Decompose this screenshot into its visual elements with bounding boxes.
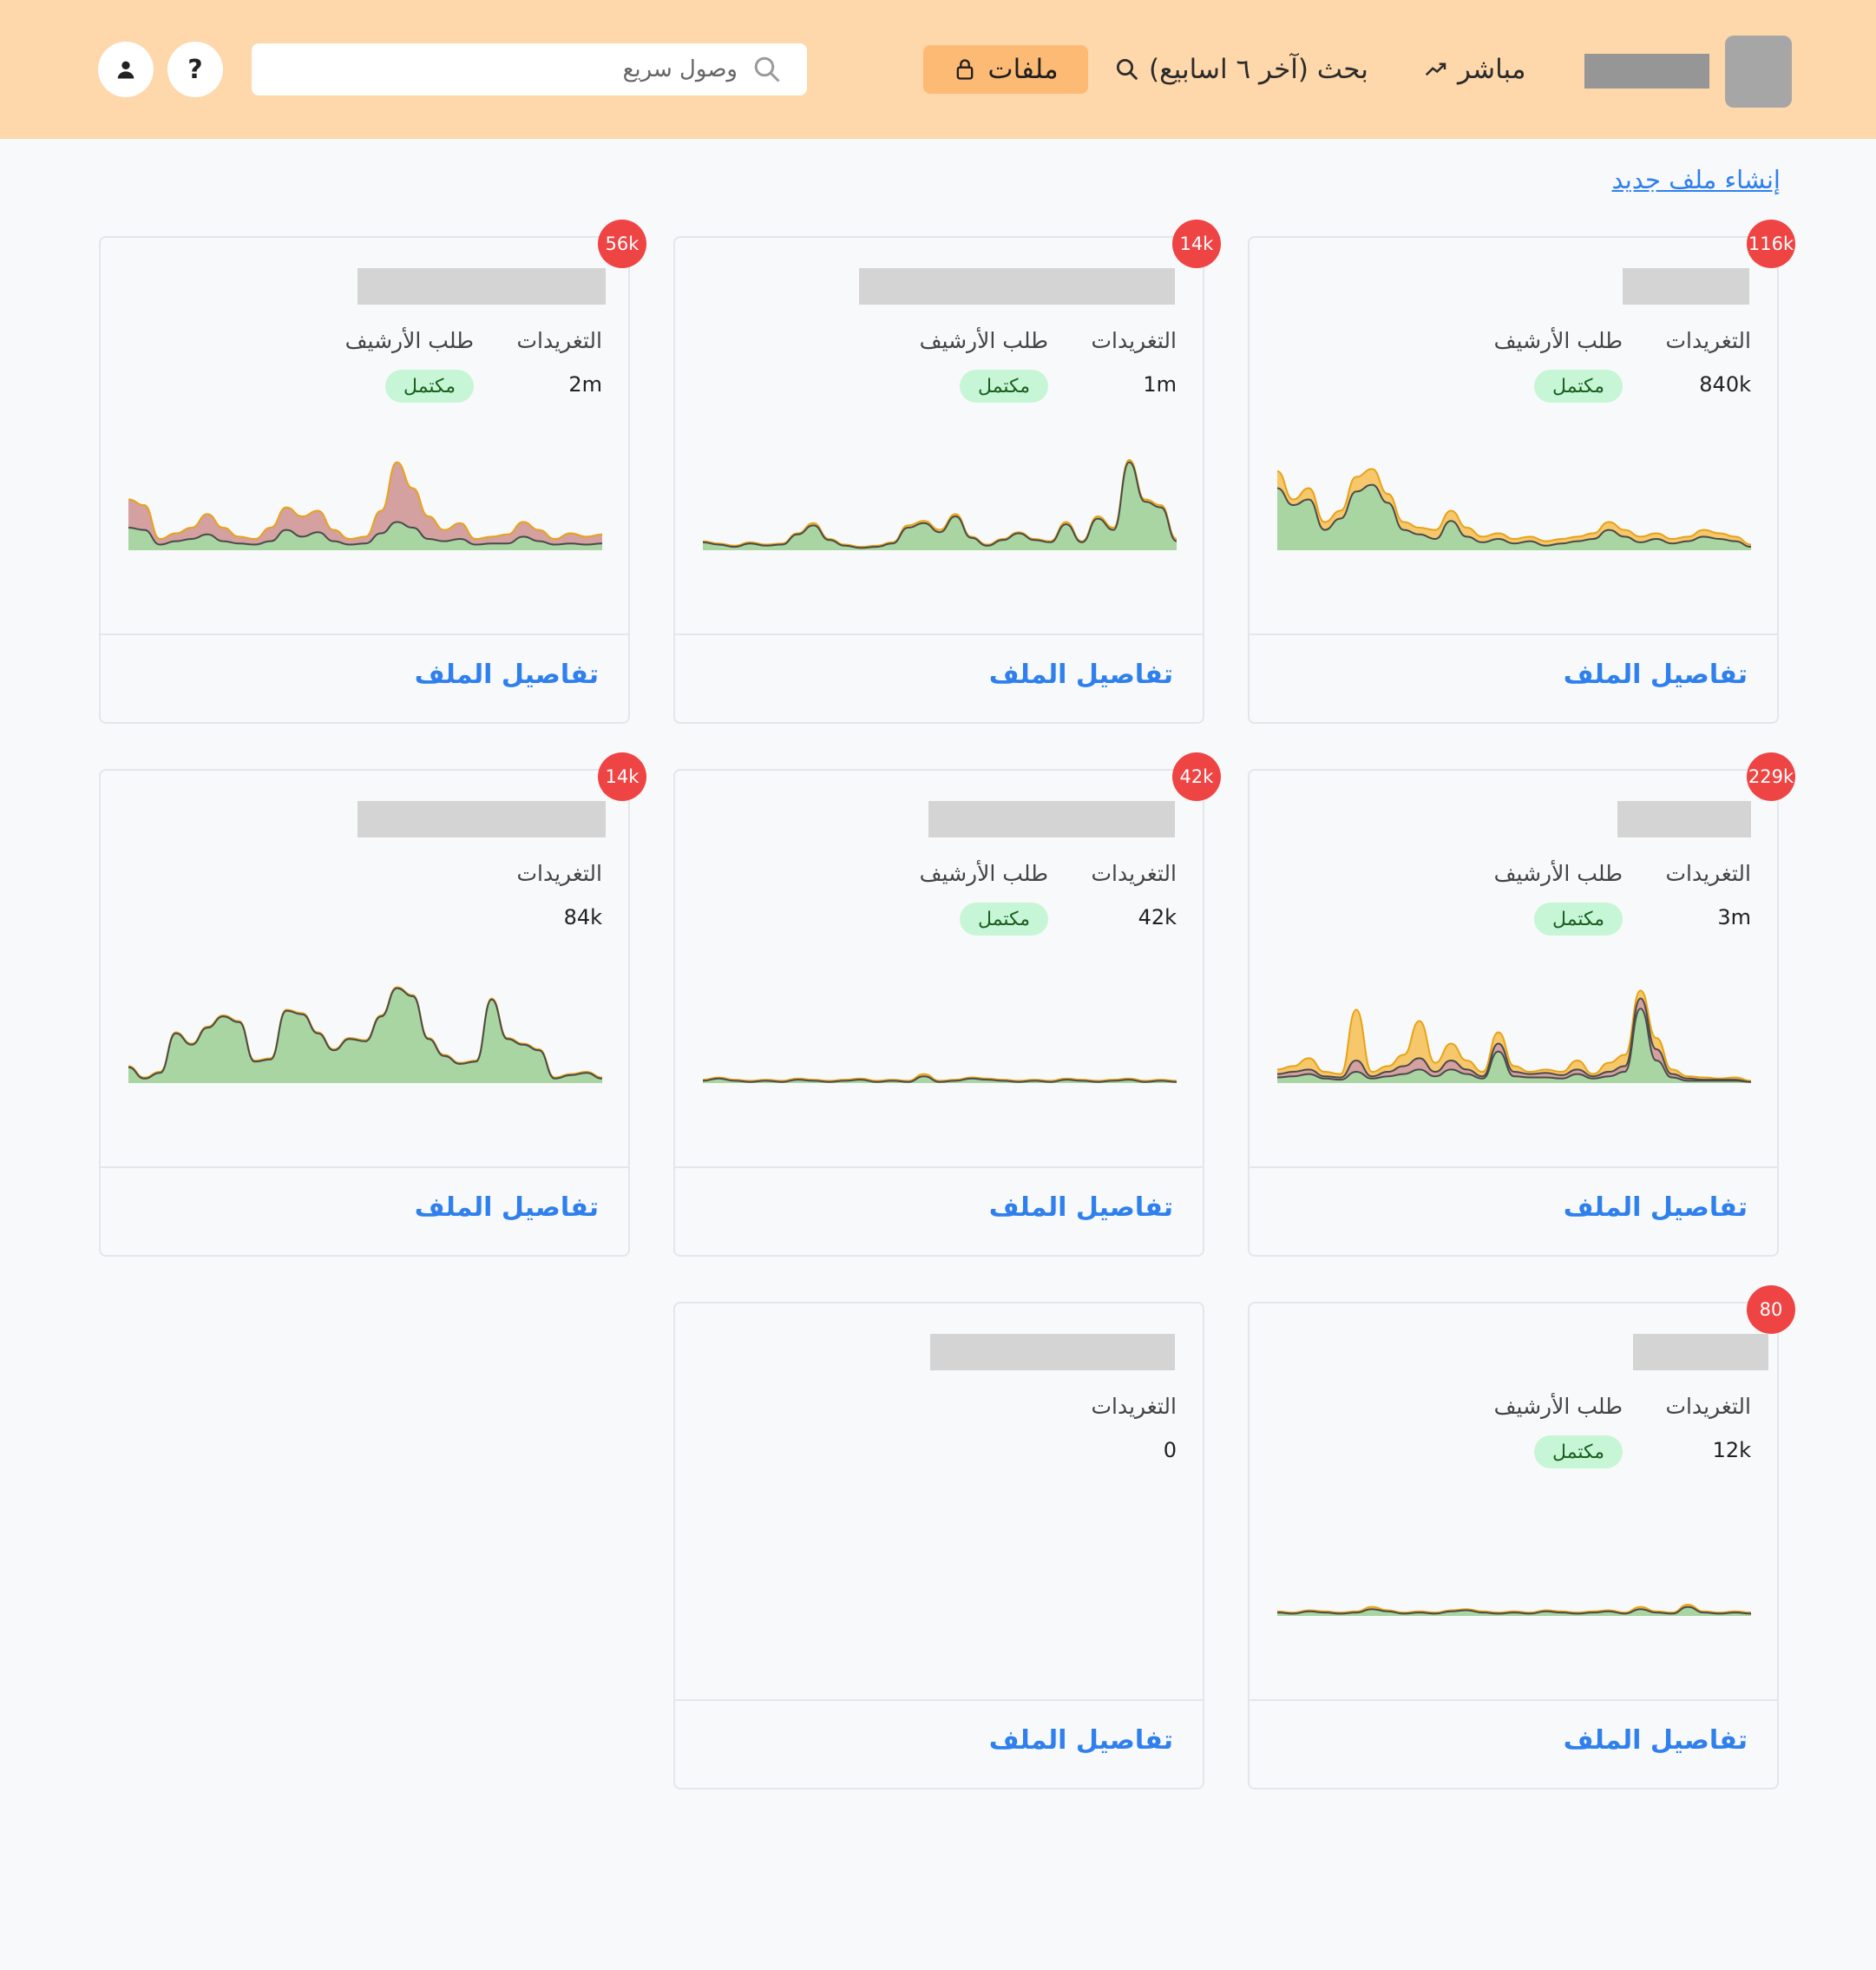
help-label: ?: [187, 54, 203, 85]
tweets-label: التغريدات: [516, 328, 602, 353]
tweets-value: 3m: [1717, 905, 1751, 929]
card-divider: [1250, 1166, 1777, 1168]
status-badge: مكتمل: [1534, 370, 1623, 403]
archive-label: طلب الأرشيف: [919, 328, 1048, 353]
tweets-value: 840k: [1699, 372, 1751, 397]
profile-details-link[interactable]: تفاصيل الملف: [989, 1725, 1173, 1756]
search-icon: [754, 56, 780, 82]
activity-chart: [1276, 468, 1752, 550]
series-area-1: [703, 462, 1177, 550]
status-badge: مكتمل: [1534, 1435, 1623, 1468]
profile-details-link[interactable]: تفاصيل الملف: [1564, 660, 1748, 690]
profile-name-placeholder: [1617, 801, 1751, 837]
profile-details-link[interactable]: تفاصيل الملف: [415, 1192, 599, 1223]
archive-label: طلب الأرشيف: [1493, 1394, 1623, 1419]
count-badge: 80: [1747, 1285, 1795, 1334]
tweets-value: 2m: [568, 372, 602, 397]
status-badge: مكتمل: [960, 370, 1048, 403]
nav-search[interactable]: بحث (آخر ٦ اسابيع): [1114, 45, 1368, 94]
tweets-value: 1m: [1143, 372, 1177, 397]
user-icon: [117, 61, 134, 79]
logo-text-placeholder: [1584, 54, 1709, 89]
nav-live-label: مباشر: [1458, 54, 1526, 85]
tweets-label: التغريدات: [1091, 861, 1177, 886]
count-badge: 229k: [1747, 752, 1795, 801]
tweets-label: التغريدات: [516, 861, 602, 886]
create-profile-link[interactable]: إنشاء ملف جديد: [1610, 165, 1781, 194]
archive-label: طلب الأرشيف: [1493, 861, 1623, 886]
tweets-label: التغريدات: [1665, 861, 1751, 886]
profile-name-placeholder: [1633, 1334, 1768, 1370]
status-badge: مكتمل: [385, 370, 474, 403]
profile-name-placeholder: [859, 268, 1175, 305]
trend-up-icon: [1425, 62, 1446, 76]
status-badge: مكتمل: [960, 903, 1048, 936]
profile-details-link[interactable]: تفاصيل الملف: [1564, 1192, 1748, 1223]
card-divider: [101, 634, 628, 635]
count-badge: 42k: [1172, 752, 1221, 801]
user-button[interactable]: [98, 42, 154, 97]
card-divider: [675, 1166, 1203, 1168]
profile-name-placeholder: [928, 801, 1175, 837]
profile-name-placeholder: [357, 268, 606, 305]
profile-card: 116k التغريدات طلب الأرشيف 840k مكتمل تف…: [1248, 220, 1795, 724]
profile-details-link[interactable]: تفاصيل الملف: [1564, 1725, 1748, 1756]
tweets-label: التغريدات: [1665, 1394, 1751, 1419]
profile-card: 80 التغريدات طلب الأرشيف 12k مكتمل تفاصي…: [1248, 1285, 1795, 1789]
card-divider: [675, 1699, 1203, 1701]
card-divider: [675, 634, 1203, 635]
tweets-value: 12k: [1712, 1438, 1751, 1462]
nav-files[interactable]: ملفات: [923, 45, 1088, 94]
nav-search-label: بحث (آخر ٦ اسابيع): [1149, 54, 1368, 85]
card-divider: [101, 1166, 628, 1168]
help-button[interactable]: ?: [167, 42, 223, 97]
nav-files-label: ملفات: [987, 54, 1059, 85]
activity-chart: [128, 461, 603, 550]
tweets-label: التغريدات: [1091, 328, 1177, 353]
archive-label: طلب الأرشيف: [919, 861, 1048, 886]
profile-card: 14k التغريدات 84k تفاصيل الملف: [99, 752, 646, 1257]
quick-access: [252, 43, 807, 95]
quick-access-input[interactable]: [252, 43, 738, 95]
profile-card: 42k التغريدات طلب الأرشيف 42k مكتمل تفاص…: [673, 752, 1221, 1257]
profile-card: 14k التغريدات طلب الأرشيف 1m مكتمل تفاصي…: [673, 220, 1221, 724]
activity-chart: [1276, 1603, 1752, 1616]
tweets-value: 42k: [1138, 905, 1177, 929]
top-header: مباشر بحث (آخر ٦ اسابيع) ملفات ?: [0, 0, 1876, 139]
profile-card: 229k التغريدات طلب الأرشيف 3m مكتمل تفاص…: [1248, 752, 1795, 1257]
tweets-value: 84k: [563, 905, 602, 929]
nav-live[interactable]: مباشر: [1423, 45, 1525, 94]
activity-chart: [1276, 989, 1752, 1083]
logo[interactable]: [1725, 36, 1792, 108]
card-divider: [1250, 634, 1777, 635]
count-badge: 116k: [1747, 220, 1795, 268]
activity-chart: [702, 1073, 1177, 1083]
count-badge: 14k: [1172, 220, 1221, 268]
status-badge: مكتمل: [1534, 903, 1623, 936]
profile-name-placeholder: [357, 801, 606, 837]
activity-chart: [128, 986, 603, 1083]
profile-card: التغريدات 0 تفاصيل الملف: [673, 1302, 1204, 1789]
tweets-label: التغريدات: [1091, 1394, 1177, 1419]
series-line-0: [702, 1073, 1177, 1082]
search-icon: [1117, 59, 1138, 81]
profile-details-link[interactable]: تفاصيل الملف: [415, 660, 599, 690]
tweets-label: التغريدات: [1665, 328, 1751, 353]
profile-details-link[interactable]: تفاصيل الملف: [989, 1192, 1173, 1223]
lock-icon: [957, 59, 974, 80]
profile-name-placeholder: [1623, 268, 1749, 305]
count-badge: 14k: [598, 752, 646, 801]
profile-card: 56k التغريدات طلب الأرشيف 2m مكتمل تفاصي…: [99, 220, 646, 724]
card-divider: [1250, 1699, 1777, 1701]
series-line-1: [702, 1075, 1177, 1083]
profile-name-placeholder: [930, 1334, 1175, 1370]
activity-chart: [702, 458, 1177, 550]
archive-label: طلب الأرشيف: [1493, 328, 1623, 353]
profile-details-link[interactable]: تفاصيل الملف: [989, 660, 1173, 690]
archive-label: طلب الأرشيف: [344, 328, 474, 353]
count-badge: 56k: [598, 220, 646, 268]
tweets-value: 0: [1163, 1438, 1177, 1462]
